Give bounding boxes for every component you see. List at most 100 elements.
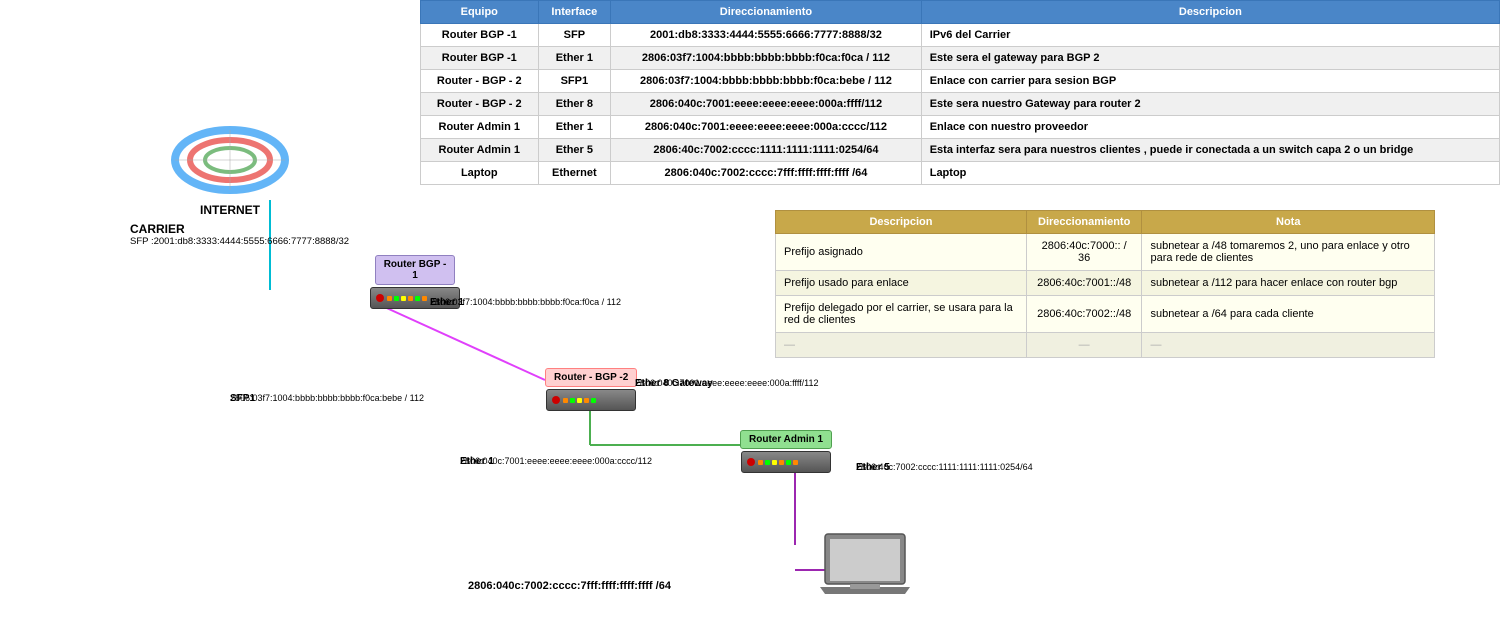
routing-table: Equipo Interface Direccionamiento Descri… — [420, 0, 1500, 185]
port2 — [570, 398, 575, 403]
port2 — [765, 460, 770, 465]
cell-1-3: Este sera el gateway para BGP 2 — [921, 47, 1499, 70]
cell2-3-1: — — [1026, 333, 1142, 358]
table-row: Router - BGP - 2Ether 82806:040c:7001:ee… — [421, 93, 1500, 116]
cell-0-2: 2001:db8:3333:4444:5555:6666:7777:8888/3… — [611, 24, 922, 47]
port5 — [786, 460, 791, 465]
cell-5-3: Esta interfaz sera para nuestros cliente… — [921, 139, 1499, 162]
cell-5-0: Router Admin 1 — [421, 139, 539, 162]
router-admin1-box: Router Admin 1 — [740, 430, 832, 473]
cell-5-1: Ether 5 — [538, 139, 611, 162]
port1 — [758, 460, 763, 465]
router-bgp2-device — [546, 389, 636, 411]
cell2-2-1: 2806:40c:7002::/48 — [1026, 296, 1142, 333]
cell-2-1: SFP1 — [538, 70, 611, 93]
port5 — [415, 296, 420, 301]
prefix-table: Descripcion Direccionamiento Nota Prefij… — [775, 210, 1435, 358]
cell2-1-0: Prefijo usado para enlace — [776, 271, 1027, 296]
col-nota: Nota — [1142, 211, 1435, 234]
port4 — [584, 398, 589, 403]
cell-1-2: 2806:03f7:1004:bbbb:bbbb:bbbb:f0ca:f0ca … — [611, 47, 922, 70]
cell-6-0: Laptop — [421, 162, 539, 185]
sfp1-label: SFP1 — [230, 393, 255, 404]
internet-cloud: INTERNET — [165, 120, 295, 217]
router-bgp1-ports — [387, 296, 427, 301]
table-row: ——— — [776, 333, 1435, 358]
table-row: Router - BGP - 2SFP12806:03f7:1004:bbbb:… — [421, 70, 1500, 93]
cell-0-3: IPv6 del Carrier — [921, 24, 1499, 47]
ether5-block: Ether 5 2806:40c:7002:cccc:1111:1111:111… — [856, 462, 1033, 472]
cell-4-1: Ether 1 — [538, 116, 611, 139]
cell-4-2: 2806:040c:7001:eeee:eeee:eeee:000a:cccc/… — [611, 116, 922, 139]
port5 — [591, 398, 596, 403]
cell-2-3: Enlace con carrier para sesion BGP — [921, 70, 1499, 93]
cell-2-2: 2806:03f7:1004:bbbb:bbbb:bbbb:f0ca:bebe … — [611, 70, 922, 93]
cell-1-1: Ether 1 — [538, 47, 611, 70]
table-row: Router BGP -1SFP2001:db8:3333:4444:5555:… — [421, 24, 1500, 47]
ether5-label: Ether 5 — [856, 462, 890, 473]
ether1-bgp1-label: Ether 1 — [430, 297, 464, 308]
table-row: Prefijo delegado por el carrier, se usar… — [776, 296, 1435, 333]
port2 — [394, 296, 399, 301]
cell-4-0: Router Admin 1 — [421, 116, 539, 139]
router-bgp1-label: Router BGP - 1 — [375, 255, 456, 285]
cell-1-0: Router BGP -1 — [421, 47, 539, 70]
port6 — [422, 296, 427, 301]
port4 — [408, 296, 413, 301]
carrier-address: SFP :2001:db8:3333:4444:5555:6666:7777:8… — [130, 236, 349, 247]
ether1-admin-block: Ether 1 2806:040c:7001:eeee:eeee:eeee:00… — [460, 456, 652, 466]
cell-0-1: SFP — [538, 24, 611, 47]
table-row: Router Admin 1Ether 12806:040c:7001:eeee… — [421, 116, 1500, 139]
table-row: Router Admin 1Ether 52806:40c:7002:cccc:… — [421, 139, 1500, 162]
laptop-address: 2806:040c:7002:cccc:7fff:ffff:ffff:ffff … — [468, 580, 671, 592]
cell2-1-2: subnetear a /112 para hacer enlace con r… — [1142, 271, 1435, 296]
router-admin1-ports — [758, 460, 798, 465]
table-row: Prefijo asignado2806:40c:7000:: / 36subn… — [776, 234, 1435, 271]
port1 — [563, 398, 568, 403]
router-admin1-device — [741, 451, 831, 473]
cell2-3-2: — — [1142, 333, 1435, 358]
cell-6-2: 2806:040c:7002:cccc:7fff:ffff:ffff:ffff … — [611, 162, 922, 185]
internet-label: INTERNET — [165, 203, 295, 217]
cell2-2-0: Prefijo delegado por el carrier, se usar… — [776, 296, 1027, 333]
col-interface: Interface — [538, 1, 611, 24]
ether1-admin-label: Ether 1 — [460, 456, 494, 467]
cell-6-1: Ethernet — [538, 162, 611, 185]
router-admin1-label: Router Admin 1 — [740, 430, 832, 449]
col-dir2: Direccionamiento — [1026, 211, 1142, 234]
cloud-icon — [165, 120, 295, 200]
cell2-2-2: subnetear a /64 para cada cliente — [1142, 296, 1435, 333]
port1 — [387, 296, 392, 301]
laptop-icon — [820, 529, 910, 602]
carrier-label: CARRIER — [130, 222, 349, 236]
cell2-0-0: Prefijo asignado — [776, 234, 1027, 271]
cell-3-1: Ether 8 — [538, 93, 611, 116]
ether8-label: Ether 8 Gateway — [635, 378, 713, 389]
port3 — [772, 460, 777, 465]
cell2-1-1: 2806:40c:7001::/48 — [1026, 271, 1142, 296]
cell-3-3: Este sera nuestro Gateway para router 2 — [921, 93, 1499, 116]
main-table-container: Equipo Interface Direccionamiento Descri… — [420, 0, 1500, 185]
sfp1-block: SFP1 2806:03f7:1004:bbbb:bbbb:bbbb:f0ca:… — [230, 393, 424, 403]
cell-5-2: 2806:40c:7002:cccc:1111:1111:1111:0254/6… — [611, 139, 922, 162]
ether1-bgp1-block: Ether 1 2806:03f7:1004:bbbb:bbbb:bbbb:f0… — [430, 297, 621, 307]
cell-3-0: Router - BGP - 2 — [421, 93, 539, 116]
col-descripcion: Descripcion — [921, 1, 1499, 24]
cell-3-2: 2806:040c:7001:eeee:eeee:eeee:000a:ffff/… — [611, 93, 922, 116]
router-bgp2-label: Router - BGP -2 — [545, 368, 637, 387]
table-row: Prefijo usado para enlace2806:40c:7001::… — [776, 271, 1435, 296]
carrier-block: CARRIER SFP :2001:db8:3333:4444:5555:666… — [130, 220, 349, 247]
second-table-container: Descripcion Direccionamiento Nota Prefij… — [775, 210, 1435, 358]
table-row: LaptopEthernet2806:040c:7002:cccc:7fff:f… — [421, 162, 1500, 185]
router-bgp2-box: Router - BGP -2 — [545, 368, 637, 411]
cell2-0-1: 2806:40c:7000:: / 36 — [1026, 234, 1142, 271]
port6 — [793, 460, 798, 465]
port3 — [401, 296, 406, 301]
col-desc2: Descripcion — [776, 211, 1027, 234]
cell2-0-2: subnetear a /48 tomaremos 2, uno para en… — [1142, 234, 1435, 271]
cell-6-3: Laptop — [921, 162, 1499, 185]
laptop-address-block: 2806:040c:7002:cccc:7fff:ffff:ffff:ffff … — [468, 580, 671, 592]
port3 — [577, 398, 582, 403]
col-equipo: Equipo — [421, 1, 539, 24]
ether8-block: Ether 8 Gateway 2806:040c:7001:eeee:eeee… — [635, 378, 819, 388]
